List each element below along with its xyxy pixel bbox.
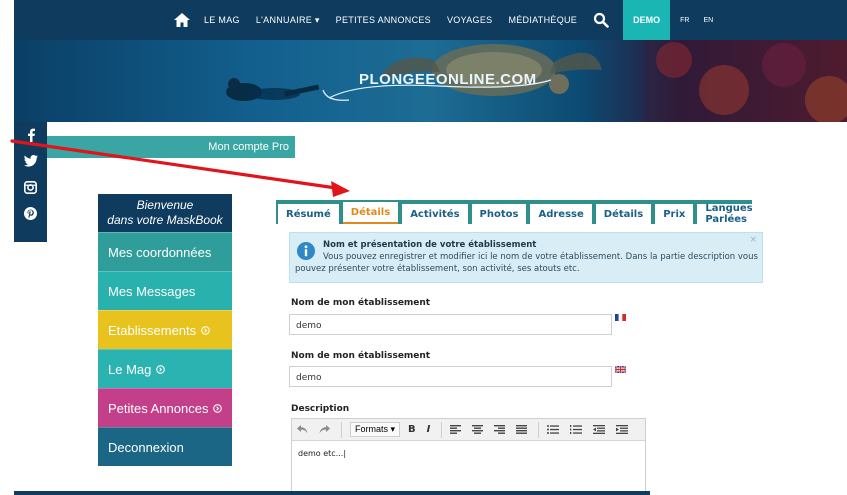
welcome-line-1: Bienvenue <box>136 198 194 212</box>
info-alert: Nom et présentation de votre établisseme… <box>289 232 763 283</box>
align-left-icon[interactable] <box>450 425 462 434</box>
menu-etablissements[interactable]: Etablissements <box>98 310 232 349</box>
menu-item-label: Etablissements <box>108 322 197 338</box>
info-title: Nom et présentation de votre établisseme… <box>323 240 537 250</box>
align-right-icon[interactable] <box>494 425 506 434</box>
flag-fr-icon <box>615 314 626 321</box>
name-fr-input[interactable]: demo <box>289 314 612 335</box>
welcome-panel: Bienvenue dans votre MaskBook <box>98 194 232 232</box>
nav-petites-annonces[interactable]: PETITES ANNONCES <box>336 15 431 25</box>
name-en-label: Nom de mon établissement <box>291 351 431 361</box>
pinterest-icon <box>24 206 37 220</box>
numbered-list-icon[interactable] <box>570 425 583 434</box>
facebook-icon <box>27 128 35 142</box>
toolbar-divider <box>538 421 540 438</box>
menu-petites-annonces[interactable]: Petites Annonces <box>98 388 232 427</box>
instagram-link[interactable] <box>14 174 47 200</box>
toolbar-divider <box>341 421 342 438</box>
home-icon[interactable] <box>174 13 190 27</box>
circle-arrow-icon <box>156 364 166 374</box>
undo-icon[interactable] <box>297 425 308 434</box>
top-navigation: LE MAG L'ANNUAIRE ▾ PETITES ANNONCES VOY… <box>14 0 847 40</box>
tab-prix[interactable]: Prix <box>655 204 694 224</box>
lang-fr-link[interactable]: FR <box>680 17 689 24</box>
flag-uk-icon <box>615 366 626 373</box>
tab-resume[interactable]: Résumé <box>278 204 339 224</box>
tab-adresse[interactable]: Adresse <box>530 204 592 224</box>
bold-button[interactable]: B <box>408 424 416 435</box>
menu-mes-coordonnees[interactable]: Mes coordonnées <box>98 232 232 271</box>
twitter-icon <box>23 155 38 167</box>
twitter-link[interactable] <box>14 148 47 174</box>
tab-photos[interactable]: Photos <box>471 204 527 224</box>
nav-annuaire[interactable]: L'ANNUAIRE ▾ <box>256 15 320 26</box>
menu-item-label: Deconnexion <box>108 439 184 455</box>
bullet-list-icon[interactable] <box>547 425 560 434</box>
align-justify-icon[interactable] <box>516 425 528 434</box>
menu-item-label: Le Mag <box>108 361 152 377</box>
nav-le-mag[interactable]: LE MAG <box>204 15 240 25</box>
facebook-link[interactable] <box>14 122 47 148</box>
menu-item-label: Petites Annonces <box>108 400 209 416</box>
circle-arrow-icon <box>213 403 223 413</box>
brand-logo-text: PLONGEEONLINE.COM <box>359 71 537 88</box>
establishment-tabs: Résumé Détails Activités Photos Adresse … <box>276 200 761 225</box>
lang-en-link[interactable]: EN <box>703 17 713 24</box>
menu-deconnexion[interactable]: Deconnexion <box>98 427 232 466</box>
social-sidebar <box>14 122 47 242</box>
info-icon <box>297 242 315 260</box>
nav-items: LE MAG L'ANNUAIRE ▾ PETITES ANNONCES VOY… <box>174 0 727 40</box>
menu-item-label: Mes Messages <box>108 283 196 299</box>
description-textarea[interactable]: demo etc...| <box>292 441 645 466</box>
account-pro-label: Mon compte Pro <box>208 141 289 153</box>
toolbar-divider <box>441 421 443 438</box>
nav-voyages[interactable]: VOYAGES <box>447 15 492 25</box>
description-label: Description <box>291 404 350 414</box>
maskbook-menu: Bienvenue dans votre MaskBook Mes coordo… <box>98 194 232 466</box>
redo-icon[interactable] <box>319 425 330 434</box>
close-icon[interactable]: × <box>749 235 757 245</box>
description-editor: Formats ▾ B I demo etc...| <box>291 418 646 495</box>
pinterest-link[interactable] <box>14 200 47 226</box>
name-fr-label: Nom de mon établissement <box>291 298 431 308</box>
menu-le-mag[interactable]: Le Mag <box>98 349 232 388</box>
align-center-icon[interactable] <box>472 425 484 434</box>
circle-arrow-icon <box>201 325 210 335</box>
indent-icon[interactable] <box>616 425 629 434</box>
info-text-line-2: pouvez présenter votre établissement, so… <box>295 264 580 274</box>
outdent-icon[interactable] <box>593 425 606 434</box>
search-icon[interactable] <box>593 12 609 28</box>
name-en-input[interactable]: demo <box>289 366 612 387</box>
tab-details-2[interactable]: Détails <box>595 204 652 224</box>
editor-toolbar: Formats ▾ B I <box>292 419 645 441</box>
tab-activites[interactable]: Activités <box>402 204 468 224</box>
italic-button[interactable]: I <box>427 424 431 435</box>
info-text-line-1: Vous pouvez enregistrer et modifier ici … <box>323 252 758 262</box>
nav-demo-account[interactable]: DEMO <box>623 0 671 40</box>
coral-image <box>644 40 847 122</box>
menu-mes-messages[interactable]: Mes Messages <box>98 271 232 310</box>
welcome-line-2: dans votre MaskBook <box>107 213 223 227</box>
menu-item-label: Mes coordonnées <box>108 244 212 260</box>
formats-dropdown[interactable]: Formats ▾ <box>350 422 401 437</box>
hero-banner: PLONGEEONLINE.COM <box>14 40 847 122</box>
tab-langues-parlees[interactable]: Langues Parlées <box>697 203 761 225</box>
tab-details[interactable]: Détails <box>342 202 399 224</box>
bottom-bar <box>14 491 650 495</box>
diver-image <box>226 78 320 101</box>
account-pro-bar[interactable]: Mon compte Pro <box>47 136 295 158</box>
nav-mediatheque[interactable]: MÉDIATHÈQUE <box>508 15 577 25</box>
instagram-icon <box>24 180 37 194</box>
